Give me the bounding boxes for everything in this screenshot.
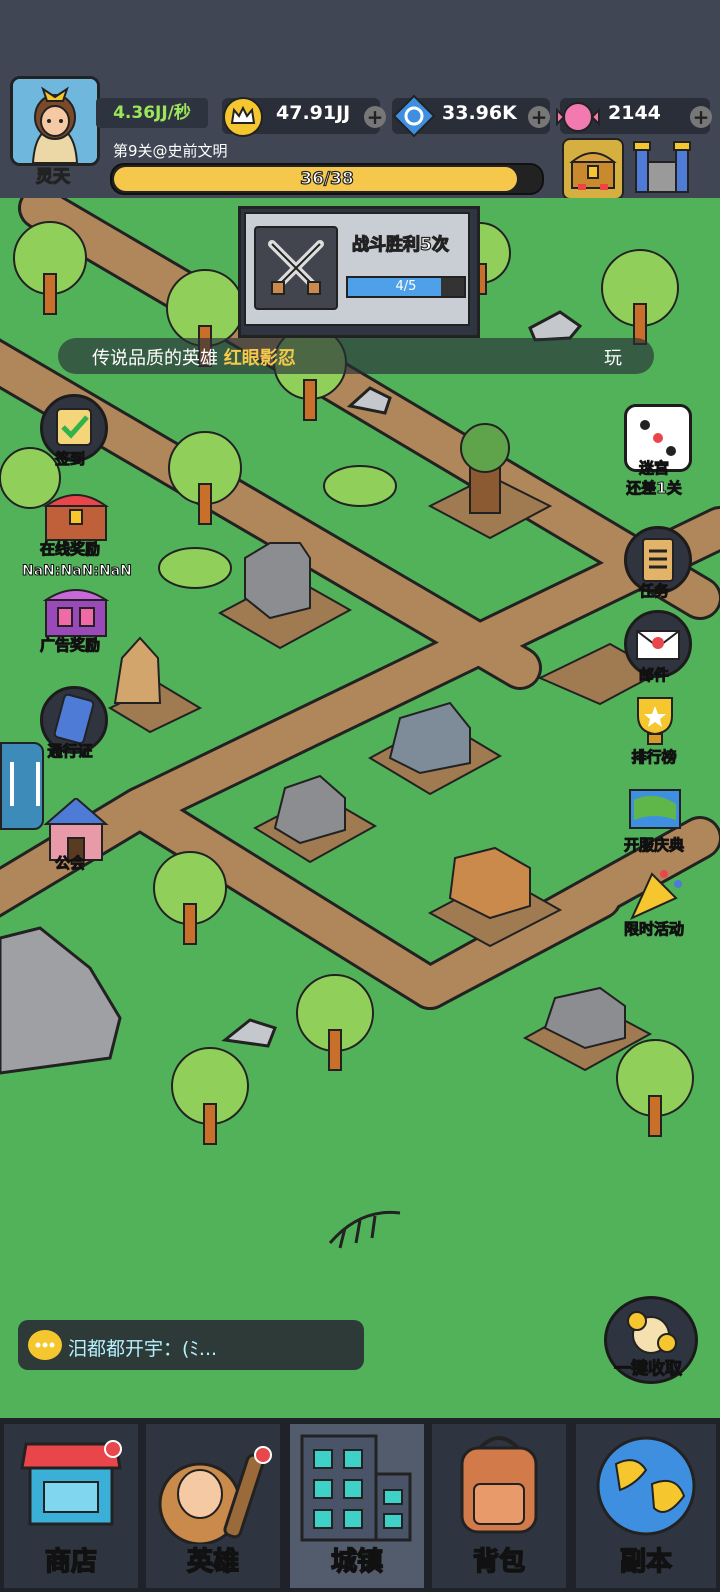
player-avatar[interactable] xyxy=(10,76,100,166)
tab-town[interactable]: 城镇 xyxy=(290,1424,424,1588)
tab-hero[interactable]: 英雄 xyxy=(146,1424,280,1588)
collect-all-label: 一键收取 xyxy=(614,1359,683,1380)
side-drawer-handle[interactable] xyxy=(0,742,44,830)
tab-dungeon[interactable]: 副本 xyxy=(576,1424,716,1588)
battle-pass-button[interactable]: 通行证 xyxy=(34,686,108,761)
guild-castle-icon xyxy=(40,796,109,861)
gate-button[interactable] xyxy=(632,140,692,196)
limited-event-button[interactable]: 限时活动 xyxy=(618,864,690,939)
ad-reward-chest-icon xyxy=(40,580,110,642)
quest-title: 战斗胜利5次 xyxy=(351,234,449,255)
avatar-portrait-icon xyxy=(13,79,97,163)
maze-button[interactable]: 迷宫 还差1关 xyxy=(618,404,692,498)
swirl-gem-icon xyxy=(392,94,436,138)
announcement-tail: 玩 xyxy=(604,348,622,369)
online-reward-timer: NaN:NaN:NaN xyxy=(22,563,133,580)
announcement-text: 传说品质的英雄 红眼影忍 xyxy=(92,344,296,370)
party-popper-icon xyxy=(624,864,686,926)
globe-icon xyxy=(596,1436,696,1536)
add-crown-button[interactable]: + xyxy=(364,106,386,128)
city-building-icon xyxy=(300,1434,412,1542)
gem-value: 33.96K xyxy=(442,102,517,124)
treasure-chest-button[interactable] xyxy=(562,138,624,200)
drawer-lines-icon xyxy=(10,762,40,806)
shop-notification-dot xyxy=(104,1440,122,1458)
trophy-icon xyxy=(624,692,686,754)
task-button[interactable]: 任务 xyxy=(618,526,692,601)
crossed-swords-icon xyxy=(254,226,338,310)
sign-in-button[interactable]: 签到 xyxy=(34,394,108,469)
mail-button[interactable]: 邮件 xyxy=(618,610,692,685)
level-progress-text: 36/38 xyxy=(300,168,355,189)
caveman-hero-icon xyxy=(158,1453,265,1546)
candy-value: 2144 xyxy=(608,102,661,124)
chat-bubble-icon xyxy=(28,1330,62,1360)
server-celebration-button[interactable]: 开服庆典 xyxy=(618,780,690,855)
backpack-icon xyxy=(460,1436,538,1534)
level-label: 第9关@史前文明 xyxy=(113,142,228,160)
announcement-prefix: 传说品质的英雄 xyxy=(92,348,218,369)
tab-backpack[interactable]: 背包 xyxy=(432,1424,566,1588)
scroll-map-icon xyxy=(624,780,686,842)
online-reward-button[interactable]: 在线奖励 xyxy=(34,484,110,559)
candy-icon xyxy=(556,102,600,132)
ad-reward-button[interactable]: 广告奖励 xyxy=(34,580,110,655)
income-rate: 4.36JJ/秒 xyxy=(96,98,208,128)
crown-value: 47.91JJ xyxy=(276,102,351,124)
leaderboard-button[interactable]: 排行榜 xyxy=(618,692,690,767)
gate-icon xyxy=(633,141,691,193)
player-name: 灵天 xyxy=(35,166,70,187)
crown-icon xyxy=(223,97,263,137)
hero-notification-dot xyxy=(254,1446,272,1464)
add-candy-button[interactable]: + xyxy=(690,106,712,128)
quest-progress-bar: 4/5 xyxy=(346,276,466,298)
tab-shop[interactable]: 商店 xyxy=(4,1424,138,1588)
online-reward-chest-icon xyxy=(40,484,110,546)
chat-message: 汨都都开宇：(ﾐ... xyxy=(68,1338,218,1360)
announcement-hero-name: 红眼影忍 xyxy=(223,348,296,369)
guild-button[interactable]: 公会 xyxy=(34,796,109,873)
quest-progress-text: 4/5 xyxy=(395,279,417,294)
add-gem-button[interactable]: + xyxy=(528,106,550,128)
level-progress-bar: 36/38 xyxy=(110,163,544,195)
treasure-chest-icon xyxy=(569,152,617,190)
